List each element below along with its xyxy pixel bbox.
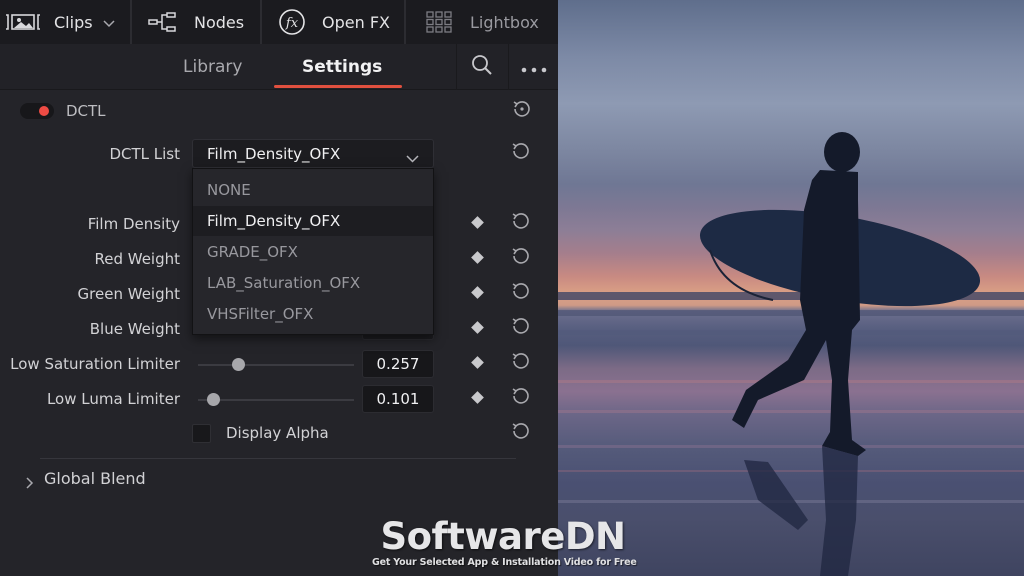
reset-icon	[511, 351, 531, 375]
surfer-silhouette-image	[558, 132, 1024, 576]
red-weight-reset-button[interactable]	[511, 248, 531, 268]
keyframe-icon[interactable]	[471, 321, 484, 334]
low-saturation-slider[interactable]	[198, 364, 354, 366]
clips-icon	[4, 12, 42, 32]
reset-icon	[511, 211, 531, 235]
low-saturation-value-field[interactable]: 0.257	[362, 350, 434, 378]
fx-icon: fx	[278, 8, 306, 36]
reset-icon	[511, 281, 531, 305]
keyframe-icon[interactable]	[471, 251, 484, 264]
reset-icon	[512, 99, 532, 123]
search-icon	[471, 54, 493, 80]
global-blend-label: Global Blend	[44, 469, 146, 488]
green-weight-reset-button[interactable]	[511, 283, 531, 303]
open-fx-button[interactable]: fx Open FX	[262, 0, 404, 44]
surfer-reflection	[744, 446, 858, 576]
sand-reflections	[558, 380, 1024, 503]
display-alpha-checkbox[interactable]	[192, 424, 211, 443]
keyframe-icon[interactable]	[471, 356, 484, 369]
param-label-low-luma-limiter: Low Luma Limiter	[46, 390, 180, 408]
dctl-list-reset-button[interactable]	[511, 143, 531, 163]
openfx-panel: Clips Nodes fx Open FX Lightbox Library …	[0, 0, 558, 576]
open-fx-label: Open FX	[322, 12, 390, 32]
clips-button[interactable]: Clips	[0, 0, 130, 44]
dctl-label: DCTL	[66, 102, 106, 120]
param-label-red-weight: Red Weight	[94, 250, 180, 268]
watermark-title: SoftwareDN	[380, 515, 626, 558]
active-tab-indicator	[274, 85, 402, 88]
low-saturation-slider-thumb[interactable]	[231, 358, 245, 371]
dctl-enable-toggle[interactable]	[20, 103, 54, 119]
watermark: SoftwareDN Get Your Selected App & Insta…	[372, 515, 637, 569]
dctl-list-select[interactable]: Film_Density_OFX	[192, 139, 434, 168]
chevron-right-icon	[26, 474, 34, 493]
reset-icon	[511, 421, 531, 445]
tab-divider	[456, 44, 457, 90]
tab-library[interactable]: Library	[183, 44, 242, 90]
keyframe-icon[interactable]	[471, 391, 484, 404]
dctl-list-label: DCTL List	[109, 145, 180, 163]
blue-weight-reset-button[interactable]	[511, 318, 531, 338]
lightbox-button[interactable]: Lightbox	[406, 0, 556, 44]
display-alpha-label: Display Alpha	[226, 424, 329, 442]
low-saturation-reset-button[interactable]	[511, 353, 531, 373]
panel-tabs: Library Settings	[0, 44, 558, 90]
video-viewer	[558, 0, 1024, 576]
more-icon	[521, 58, 547, 77]
param-label-film-density: Film Density	[87, 215, 180, 233]
film-density-reset-button[interactable]	[511, 213, 531, 233]
nodes-button[interactable]: Nodes	[132, 0, 260, 44]
dropdown-option[interactable]: GRADE_OFX	[193, 237, 433, 267]
svg-text:fx: fx	[285, 16, 299, 31]
grid-icon	[426, 11, 452, 33]
low-luma-value-field[interactable]: 0.101	[362, 385, 434, 413]
sea-wave	[558, 330, 1024, 335]
watermark-subtitle: Get Your Selected App & Installation Vid…	[372, 557, 637, 568]
top-toolbar: Clips Nodes fx Open FX Lightbox	[0, 0, 558, 44]
dctl-list-value: Film_Density_OFX	[207, 145, 341, 163]
dropdown-option[interactable]: VHSFilter_OFX	[193, 299, 433, 329]
param-label-green-weight: Green Weight	[77, 285, 180, 303]
clips-label: Clips	[54, 12, 93, 32]
display-alpha-reset-button[interactable]	[511, 423, 531, 443]
chevron-down-icon	[406, 148, 419, 167]
lightbox-label: Lightbox	[470, 12, 539, 32]
low-luma-slider[interactable]	[198, 399, 354, 401]
tab-settings[interactable]: Settings	[302, 44, 382, 90]
sea-wave	[558, 310, 1024, 316]
low-luma-reset-button[interactable]	[511, 388, 531, 408]
param-label-blue-weight: Blue Weight	[89, 320, 180, 338]
reset-icon	[511, 316, 531, 340]
settings-content: DCTL DCTL List Film_Density_OFX Film Den…	[0, 91, 558, 576]
keyframe-icon[interactable]	[471, 286, 484, 299]
nodes-icon	[148, 10, 178, 34]
dctl-reset-button[interactable]	[512, 101, 532, 121]
dropdown-option[interactable]: NONE	[193, 175, 433, 205]
low-luma-slider-thumb[interactable]	[207, 393, 221, 406]
nodes-label: Nodes	[194, 12, 245, 32]
param-label-low-saturation-limiter: Low Saturation Limiter	[10, 355, 180, 373]
dropdown-option-selected[interactable]: Film_Density_OFX	[193, 206, 433, 236]
keyframe-icon[interactable]	[471, 216, 484, 229]
search-button[interactable]	[460, 44, 504, 90]
reset-icon	[511, 246, 531, 270]
tab-divider	[508, 44, 509, 90]
chevron-down-icon	[103, 13, 115, 32]
reset-icon	[511, 141, 531, 165]
more-options-button[interactable]	[512, 44, 556, 90]
dropdown-option[interactable]: LAB_Saturation_OFX	[193, 268, 433, 298]
dctl-list-dropdown: NONE Film_Density_OFX GRADE_OFX LAB_Satu…	[192, 168, 434, 335]
reset-icon	[511, 386, 531, 410]
section-divider	[40, 458, 516, 459]
